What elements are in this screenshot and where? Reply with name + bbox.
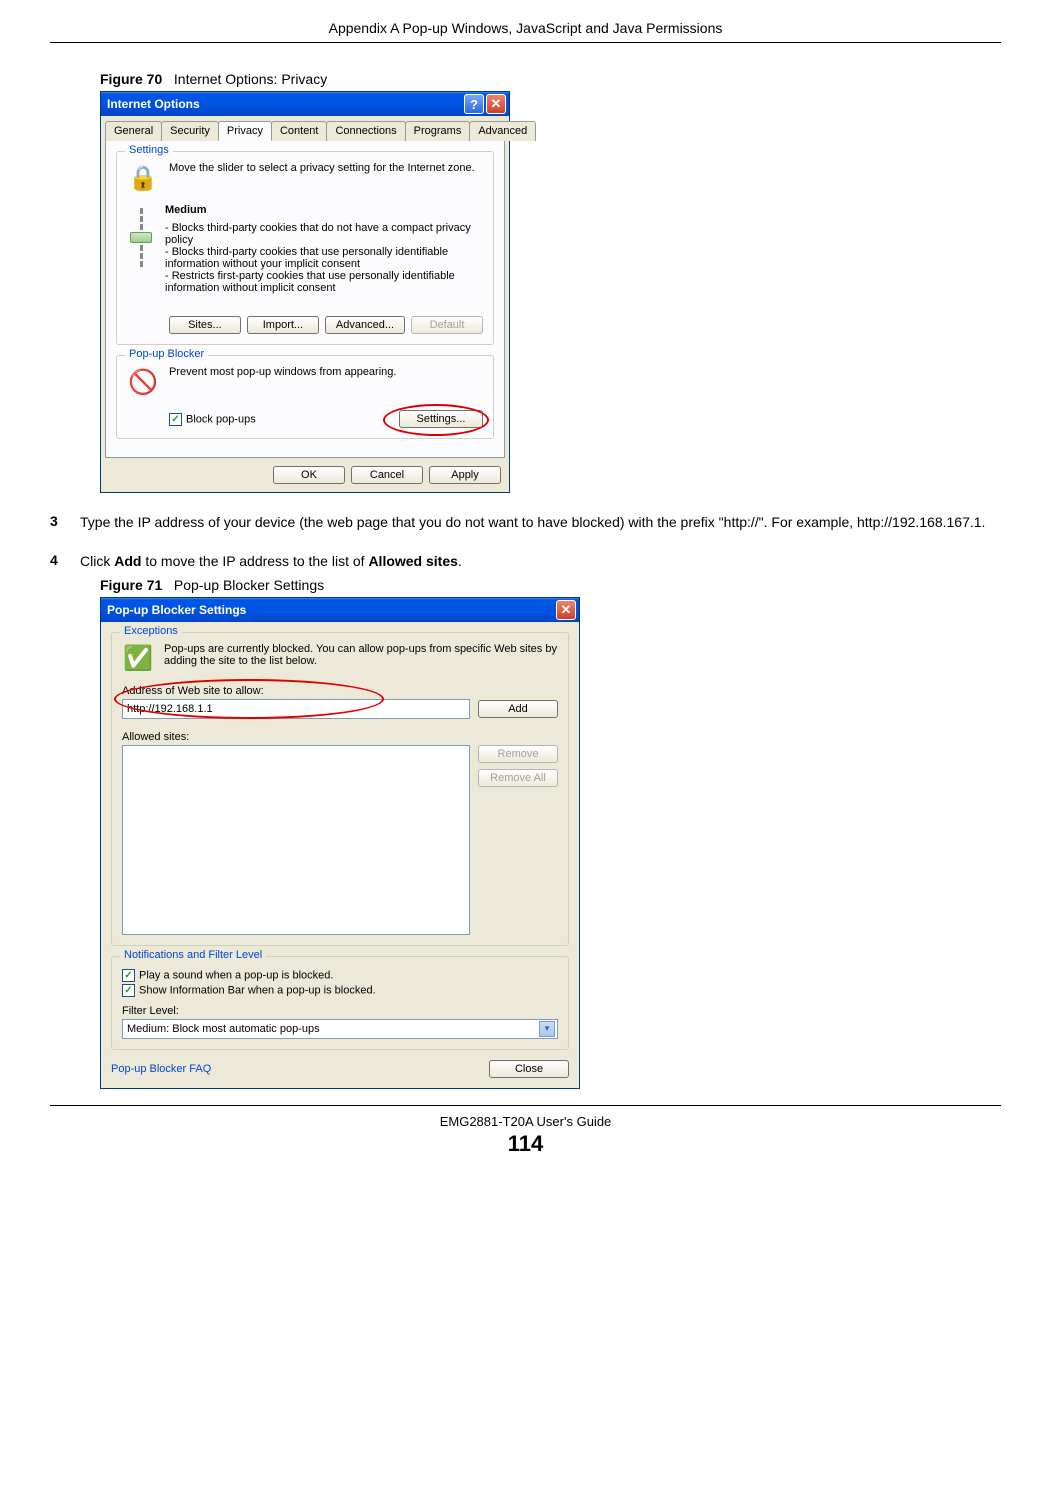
ok-button[interactable]: OK	[273, 466, 345, 484]
show-infobar-checkbox[interactable]: ✓Show Information Bar when a pop-up is b…	[122, 984, 558, 997]
figure-70-num: Figure 70	[100, 71, 162, 87]
apply-button[interactable]: Apply	[429, 466, 501, 484]
settings-desc: Move the slider to select a privacy sett…	[169, 162, 483, 174]
popup-blocker-faq-link[interactable]: Pop-up Blocker FAQ	[111, 1063, 211, 1075]
privacy-bullet-3: - Restricts first-party cookies that use…	[165, 270, 483, 294]
privacy-level: Medium	[165, 204, 483, 216]
advanced-button[interactable]: Advanced...	[325, 316, 405, 334]
exceptions-group-title: Exceptions	[120, 625, 182, 637]
filter-level-value: Medium: Block most automatic pop-ups	[127, 1023, 320, 1035]
step-3-num: 3	[50, 513, 64, 532]
tab-security[interactable]: Security	[161, 121, 219, 141]
sites-button[interactable]: Sites...	[169, 316, 241, 334]
step-4-text: Click Add to move the IP address to the …	[80, 552, 1001, 571]
titlebar: Internet Options ? ✕	[101, 92, 509, 116]
play-sound-label: Play a sound when a pop-up is blocked.	[139, 969, 333, 981]
filter-level-label: Filter Level:	[122, 1005, 558, 1017]
step-4-num: 4	[50, 552, 64, 571]
privacy-bullet-1: - Blocks third-party cookies that do not…	[165, 222, 483, 246]
step-3-text: Type the IP address of your device (the …	[80, 513, 1001, 532]
chevron-down-icon: ▾	[539, 1021, 555, 1037]
cancel-button[interactable]: Cancel	[351, 466, 423, 484]
privacy-bullet-2: - Blocks third-party cookies that use pe…	[165, 246, 483, 270]
popup-blocker-group-title: Pop-up Blocker	[125, 348, 208, 360]
page-number: 114	[50, 1131, 1001, 1157]
tab-content[interactable]: Content	[271, 121, 328, 141]
privacy-icon: 🔒	[127, 162, 159, 194]
close-dialog-button[interactable]: Close	[489, 1060, 569, 1078]
exceptions-desc: Pop-ups are currently blocked. You can a…	[164, 643, 558, 667]
blocked-icon: 🚫	[127, 366, 159, 398]
popup-blocker-group: Pop-up Blocker 🚫 Prevent most pop-up win…	[116, 355, 494, 439]
notifications-group: Notifications and Filter Level ✓Play a s…	[111, 956, 569, 1050]
help-button[interactable]: ?	[464, 94, 484, 114]
tab-programs[interactable]: Programs	[405, 121, 471, 141]
page-header: Appendix A Pop-up Windows, JavaScript an…	[50, 20, 1001, 43]
titlebar: Pop-up Blocker Settings ✕	[101, 598, 579, 622]
notifications-group-title: Notifications and Filter Level	[120, 949, 266, 961]
privacy-slider[interactable]	[127, 204, 155, 267]
window-title: Internet Options	[107, 97, 200, 111]
remove-all-button: Remove All	[478, 769, 558, 787]
play-sound-checkbox[interactable]: ✓Play a sound when a pop-up is blocked.	[122, 969, 558, 982]
popup-settings-button[interactable]: Settings...	[399, 410, 483, 428]
internet-options-dialog: Internet Options ? ✕ General Security Pr…	[100, 91, 510, 493]
allowed-sites-label: Allowed sites:	[122, 731, 558, 743]
block-popups-checkbox[interactable]: ✓Block pop-ups	[169, 413, 256, 426]
figure-71-num: Figure 71	[100, 577, 162, 593]
filter-level-select[interactable]: Medium: Block most automatic pop-ups ▾	[122, 1019, 558, 1039]
tab-general[interactable]: General	[105, 121, 162, 141]
allowed-icon: ✅	[122, 643, 154, 675]
footer-guide: EMG2881-T20A User's Guide	[50, 1114, 1001, 1129]
import-button[interactable]: Import...	[247, 316, 319, 334]
address-input[interactable]	[122, 699, 470, 719]
address-label: Address of Web site to allow:	[122, 685, 558, 697]
close-button[interactable]: ✕	[556, 600, 576, 620]
popup-blocker-settings-dialog: Pop-up Blocker Settings ✕ Exceptions ✅ P…	[100, 597, 580, 1089]
figure-70-title: Internet Options: Privacy	[174, 71, 327, 87]
figure-71-title: Pop-up Blocker Settings	[174, 577, 324, 593]
remove-button: Remove	[478, 745, 558, 763]
tab-privacy[interactable]: Privacy	[218, 121, 272, 141]
exceptions-group: Exceptions ✅ Pop-ups are currently block…	[111, 632, 569, 946]
window-title: Pop-up Blocker Settings	[107, 603, 246, 617]
figure-70-caption: Figure 70 Internet Options: Privacy	[100, 71, 991, 87]
block-popups-label: Block pop-ups	[186, 413, 256, 425]
popup-blocker-desc: Prevent most pop-up windows from appeari…	[169, 366, 483, 378]
settings-group-title: Settings	[125, 144, 173, 156]
tab-connections[interactable]: Connections	[326, 121, 405, 141]
add-button[interactable]: Add	[478, 700, 558, 718]
figure-71-caption: Figure 71 Pop-up Blocker Settings	[100, 577, 991, 593]
tab-strip: General Security Privacy Content Connect…	[101, 116, 509, 140]
tab-advanced[interactable]: Advanced	[469, 121, 536, 141]
default-button: Default	[411, 316, 483, 334]
settings-group: Settings 🔒 Move the slider to select a p…	[116, 151, 494, 345]
show-infobar-label: Show Information Bar when a pop-up is bl…	[139, 984, 376, 996]
allowed-sites-list[interactable]	[122, 745, 470, 935]
close-button[interactable]: ✕	[486, 94, 506, 114]
